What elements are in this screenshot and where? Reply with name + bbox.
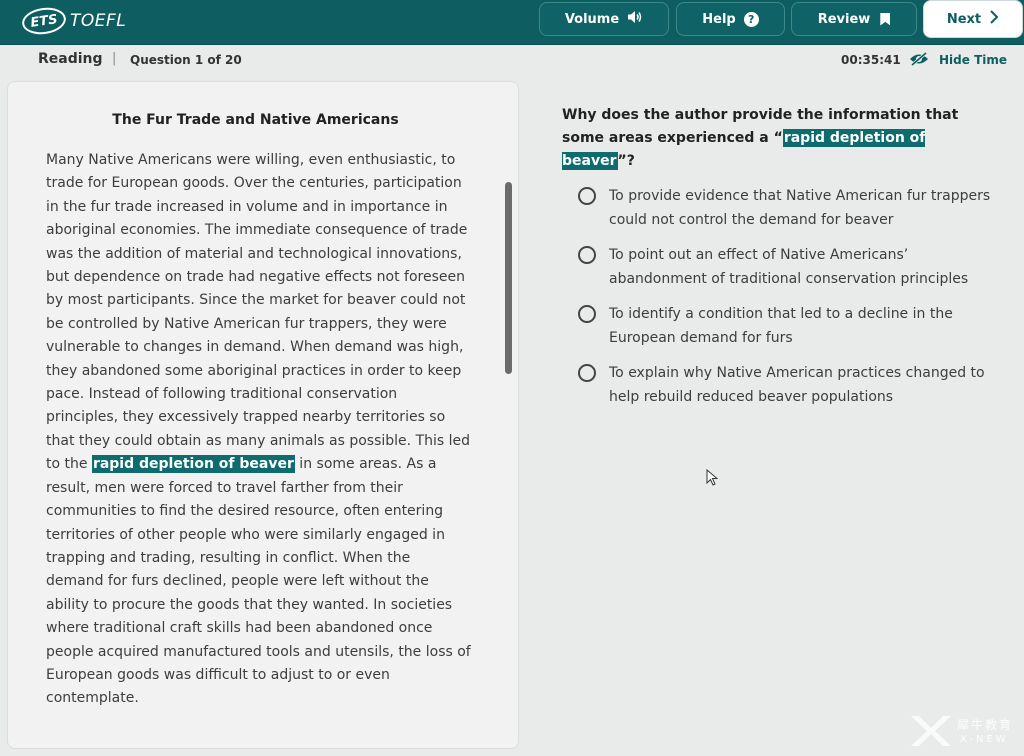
separator: | bbox=[112, 51, 117, 66]
volume-label: Volume bbox=[564, 11, 620, 27]
passage-scrollbar[interactable] bbox=[505, 182, 512, 374]
radio-button[interactable] bbox=[578, 187, 596, 205]
answer-option[interactable]: To provide evidence that Native American… bbox=[578, 184, 998, 243]
hide-time-button[interactable]: Hide Time bbox=[939, 53, 1007, 67]
watermark-cn: 犀牛教育 bbox=[957, 718, 1014, 732]
question-suffix: ”? bbox=[617, 153, 635, 169]
logo-product: TOEFL bbox=[70, 11, 127, 31]
help-button[interactable]: Help ? bbox=[676, 2, 785, 36]
answer-option[interactable]: To point out an effect of Native America… bbox=[578, 243, 998, 302]
answer-options: To provide evidence that Native American… bbox=[578, 184, 998, 420]
passage-text-before: Many Native Americans were willing, even… bbox=[46, 152, 471, 473]
eye-slash-icon[interactable] bbox=[909, 51, 929, 67]
x-new-icon bbox=[911, 716, 951, 746]
answer-option-text: To identify a condition that led to a de… bbox=[609, 306, 953, 346]
bookmark-icon bbox=[880, 12, 891, 26]
top-toolbar: ETS TOEFL Volume Help ? Review Next bbox=[0, 0, 1024, 45]
question-prompt: Why does the author provide the informat… bbox=[562, 104, 1002, 173]
timer: 00:35:41 bbox=[841, 53, 901, 67]
mouse-cursor-icon bbox=[706, 468, 719, 490]
passage-text-after: in some areas. As a result, men were for… bbox=[46, 456, 471, 707]
volume-button[interactable]: Volume bbox=[539, 2, 669, 36]
question-mark-icon: ? bbox=[743, 11, 759, 27]
radio-button[interactable] bbox=[578, 305, 596, 323]
radio-button[interactable] bbox=[578, 364, 596, 382]
question-counter: Question 1 of 20 bbox=[130, 53, 242, 67]
radio-button[interactable] bbox=[578, 246, 596, 264]
passage-text: Many Native Americans were willing, even… bbox=[46, 149, 471, 711]
next-label: Next bbox=[946, 11, 982, 27]
answer-option-text: To explain why Native American practices… bbox=[609, 365, 985, 405]
help-label: Help bbox=[702, 11, 736, 27]
watermark-logo: 犀牛教育 X-NEW bbox=[905, 712, 1023, 752]
answer-option[interactable]: To explain why Native American practices… bbox=[578, 361, 998, 420]
section-name: Reading bbox=[38, 51, 103, 67]
next-button[interactable]: Next bbox=[923, 0, 1023, 38]
review-label: Review bbox=[817, 11, 871, 27]
ets-toefl-logo: ETS TOEFL bbox=[20, 5, 127, 37]
reading-passage-pane[interactable]: The Fur Trade and Native Americans Many … bbox=[7, 81, 519, 749]
answer-option[interactable]: To identify a condition that led to a de… bbox=[578, 302, 998, 361]
answer-option-text: To point out an effect of Native America… bbox=[609, 247, 969, 287]
speaker-icon bbox=[627, 10, 643, 28]
status-bar: Reading | Question 1 of 20 00:35:41 Hide… bbox=[0, 45, 1024, 75]
passage-title: The Fur Trade and Native Americans bbox=[112, 112, 399, 128]
logo-ets: ETS bbox=[20, 5, 68, 37]
passage-highlight: rapid depletion of beaver bbox=[91, 455, 295, 474]
review-button[interactable]: Review bbox=[791, 2, 917, 36]
watermark-en: X-NEW bbox=[960, 734, 1009, 745]
chevron-right-icon bbox=[989, 10, 999, 28]
answer-option-text: To provide evidence that Native American… bbox=[609, 188, 991, 228]
